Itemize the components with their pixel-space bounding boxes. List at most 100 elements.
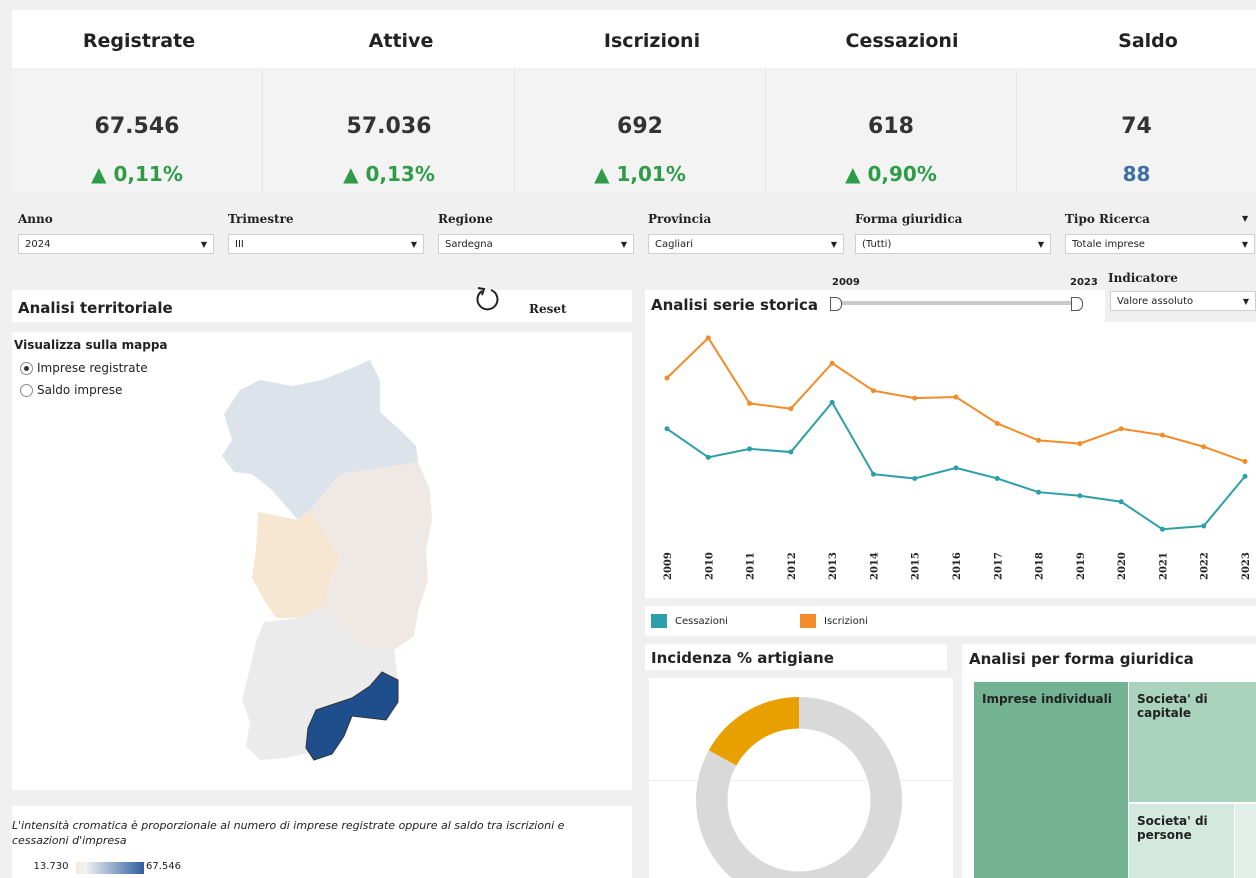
filter-value-forma: (Tutti): [862, 239, 892, 250]
donut-inner-ring: [727, 728, 871, 872]
x-tick-label: 2019: [1076, 552, 1087, 580]
data-point-cessazioni[interactable]: [788, 449, 794, 455]
data-point-cessazioni[interactable]: [1077, 493, 1083, 499]
series-title: Analisi serie storica: [651, 296, 818, 314]
chevron-down-icon: ▼: [1241, 240, 1248, 249]
filter-menu-icon[interactable]: ▼: [1242, 214, 1248, 223]
data-point-iscrizioni[interactable]: [747, 400, 753, 406]
kpi-change-saldo: 88: [1122, 162, 1151, 186]
x-tick-label: 2016: [952, 552, 963, 580]
filter-label-regione: Regione: [438, 212, 493, 226]
data-point-cessazioni[interactable]: [747, 446, 753, 452]
reset-icon[interactable]: [474, 284, 500, 312]
filter-label-provincia: Provincia: [648, 212, 712, 226]
filter-value-anno: 2024: [25, 239, 51, 250]
filter-label-anno: Anno: [18, 212, 53, 226]
kpi-change-iscrizioni: ▲ 1,01%: [594, 162, 686, 186]
range-start-label: 2009: [832, 277, 860, 288]
filter-select-forma[interactable]: (Tutti) ▼: [855, 234, 1051, 254]
data-point-cessazioni[interactable]: [1036, 489, 1042, 495]
data-point-iscrizioni[interactable]: [994, 420, 1000, 426]
scale-min: 13.730: [26, 861, 76, 875]
data-point-cessazioni[interactable]: [705, 454, 711, 460]
treemap-cell-altre[interactable]: [1235, 804, 1256, 878]
treemap-cell-persone[interactable]: Societa' di persone: [1129, 804, 1234, 878]
treemap-cell-individuali[interactable]: Imprese individuali: [974, 682, 1128, 878]
range-end-label: 2023: [1070, 277, 1098, 288]
data-point-iscrizioni[interactable]: [1077, 441, 1083, 447]
radio-saldo-imprese[interactable]: Saldo imprese: [20, 383, 122, 397]
kpi-change-cessazioni: ▲ 0,90%: [845, 162, 937, 186]
territorial-title: Analisi territoriale: [18, 299, 173, 317]
filter-select-regione[interactable]: Sardegna ▼: [438, 234, 634, 254]
x-tick-label: 2010: [704, 552, 715, 580]
data-point-cessazioni[interactable]: [1242, 473, 1248, 479]
incidenza-title: Incidenza % artigiane: [651, 649, 834, 667]
data-point-cessazioni[interactable]: [870, 471, 876, 477]
kpi-change-registrate: ▲ 0,11%: [91, 162, 183, 186]
kpi-cell-saldo: 74 88: [1017, 70, 1256, 192]
data-point-iscrizioni[interactable]: [705, 335, 711, 341]
chevron-down-icon: ▼: [1037, 240, 1044, 249]
data-point-iscrizioni[interactable]: [1242, 459, 1248, 465]
indicator-select[interactable]: Valore assoluto ▼: [1110, 291, 1256, 311]
data-point-iscrizioni[interactable]: [1159, 432, 1165, 438]
range-slider-track[interactable]: [836, 301, 1076, 305]
donut-slice-artigiane[interactable]: [708, 697, 800, 767]
data-point-cessazioni[interactable]: [1201, 523, 1207, 529]
range-slider-end-handle[interactable]: [1071, 297, 1083, 311]
data-point-cessazioni[interactable]: [953, 465, 959, 471]
radio-imprese-registrate[interactable]: Imprese registrate: [20, 361, 148, 375]
indicator-label: Indicatore: [1108, 271, 1178, 285]
filter-value-tipo: Totale imprese: [1072, 239, 1145, 250]
x-tick-label: 2013: [828, 552, 839, 580]
data-point-cessazioni[interactable]: [829, 399, 835, 405]
forma-title: Analisi per forma giuridica: [969, 650, 1194, 668]
radio-label: Saldo imprese: [37, 383, 123, 397]
kpi-value-cessazioni: 618: [868, 114, 914, 139]
data-point-iscrizioni[interactable]: [1201, 444, 1207, 450]
x-tick-label: 2021: [1158, 552, 1169, 580]
data-point-cessazioni[interactable]: [912, 475, 918, 481]
map-panel: Visualizza sulla mappa Imprese registrat…: [12, 332, 632, 790]
incidenza-header: Incidenza % artigiane: [645, 644, 947, 670]
data-point-iscrizioni[interactable]: [829, 360, 835, 366]
sardinia-map[interactable]: [202, 350, 442, 790]
line-chart: 2009 2010 2011 2012 2013 2014 2015 2016 2017 2018…: [663, 335, 1252, 580]
data-point-iscrizioni[interactable]: [664, 375, 670, 381]
map-label: Visualizza sulla mappa: [14, 338, 168, 352]
data-point-cessazioni[interactable]: [994, 475, 1000, 481]
x-tick-label: 2011: [746, 552, 757, 580]
donut-chart: [696, 697, 902, 878]
filter-select-anno[interactable]: 2024 ▼: [18, 234, 214, 254]
data-point-iscrizioni[interactable]: [788, 406, 794, 412]
chevron-down-icon: ▼: [410, 240, 417, 249]
data-point-iscrizioni[interactable]: [1118, 426, 1124, 432]
legend-swatch-cessazioni: [651, 614, 667, 628]
filter-label-trimestre: Trimestre: [228, 212, 294, 226]
treemap-cell-capitale[interactable]: Societa' di capitale: [1129, 682, 1256, 802]
kpi-label-saldo: Saldo: [1118, 30, 1178, 52]
data-point-cessazioni[interactable]: [1159, 526, 1165, 532]
reset-button[interactable]: Reset: [529, 302, 567, 316]
data-point-iscrizioni[interactable]: [1036, 437, 1042, 443]
filter-select-trimestre[interactable]: III ▼: [228, 234, 424, 254]
kpi-cell-iscrizioni: 692 ▲ 1,01%: [515, 70, 766, 192]
filter-label-tipo: Tipo Ricerca: [1065, 212, 1150, 226]
kpi-values: 67.546 ▲ 0,11% 57.036 ▲ 0,13% 692 ▲ 1,01…: [12, 70, 1256, 192]
forma-header: Analisi per forma giuridica: [962, 644, 1256, 674]
data-point-cessazioni[interactable]: [1118, 499, 1124, 505]
data-point-cessazioni[interactable]: [664, 426, 670, 432]
filter-select-provincia[interactable]: Cagliari ▼: [648, 234, 844, 254]
data-point-iscrizioni[interactable]: [870, 388, 876, 394]
donut-panel: [649, 678, 953, 878]
data-point-iscrizioni[interactable]: [912, 395, 918, 401]
treemap-panel: Imprese individuali Societa' di capitale…: [962, 674, 1256, 878]
series-legend: Cessazioni Iscrizioni: [645, 606, 1256, 636]
x-tick-label: 2009: [663, 552, 674, 580]
kpi-cell-cessazioni: 618 ▲ 0,90%: [766, 70, 1017, 192]
range-slider-start-handle[interactable]: [830, 297, 842, 311]
data-point-iscrizioni[interactable]: [953, 394, 959, 400]
filter-select-tipo[interactable]: Totale imprese ▼: [1065, 234, 1255, 254]
x-tick-label: 2014: [869, 552, 880, 580]
